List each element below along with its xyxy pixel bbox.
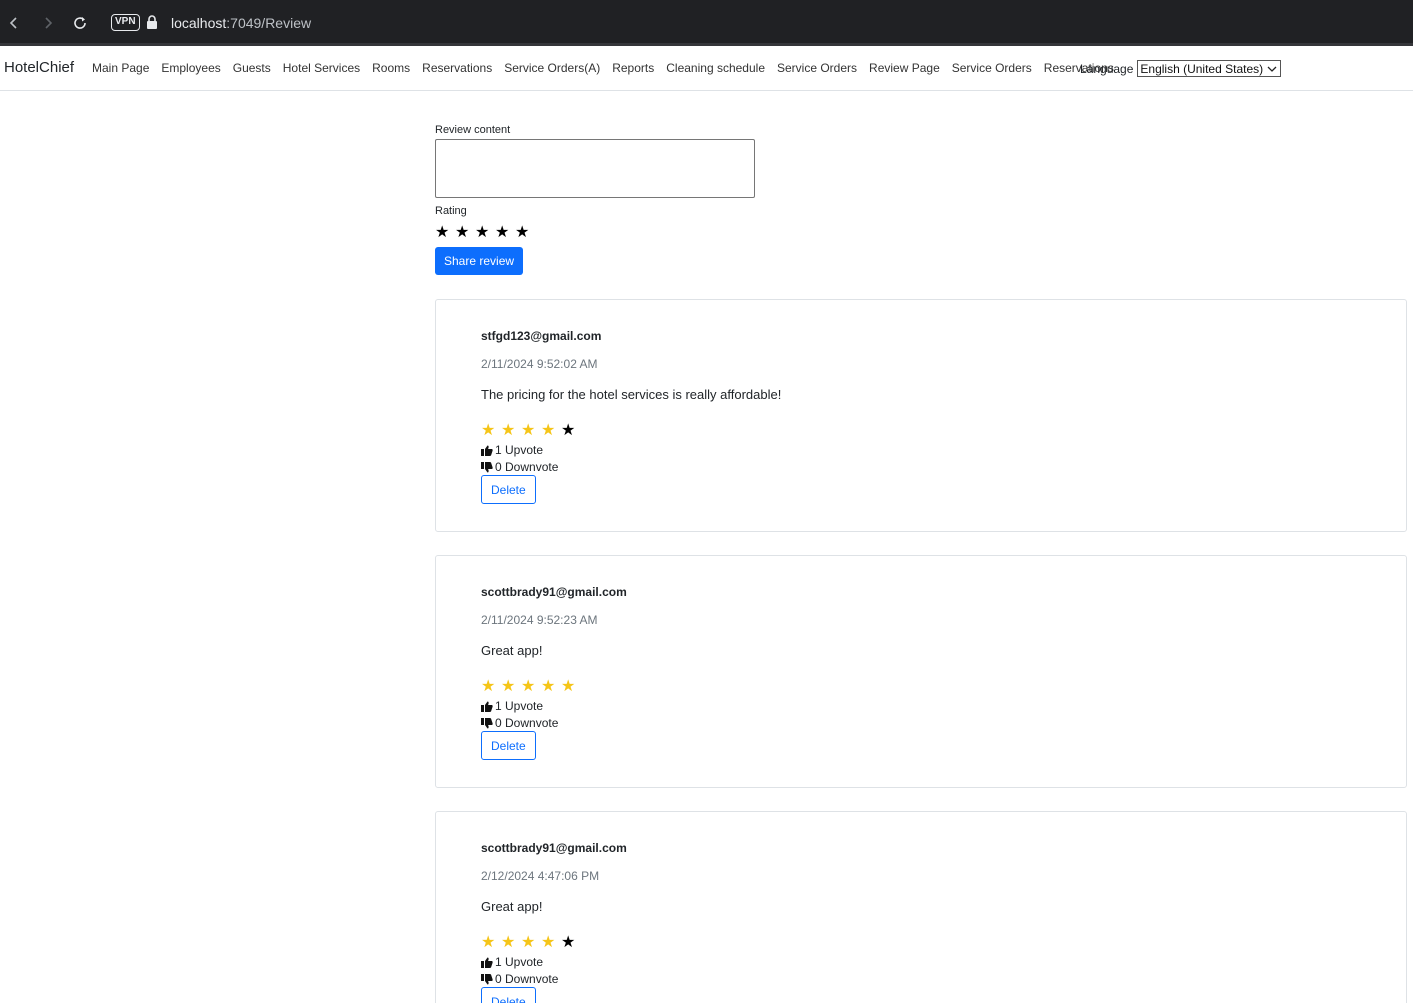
language-selected-value: English (United States) bbox=[1140, 61, 1264, 76]
downvote-button[interactable]: 0 Downvote bbox=[481, 716, 627, 730]
star-icon: ★ bbox=[541, 422, 556, 439]
browser-toolbar: VPN localhost:7049/Review bbox=[0, 0, 1413, 46]
forward-arrow-icon[interactable] bbox=[36, 11, 60, 35]
star-icon: ★ bbox=[481, 678, 496, 695]
nav-reports[interactable]: Reports bbox=[606, 61, 660, 75]
lock-icon[interactable] bbox=[146, 15, 158, 29]
thumbs-down-icon bbox=[481, 973, 493, 984]
star-icon: ★ bbox=[561, 934, 576, 951]
star-icon: ★ bbox=[501, 422, 516, 439]
upvote-count: 1 Upvote bbox=[495, 443, 544, 457]
star-icon: ★ bbox=[521, 934, 536, 951]
star-icon: ★ bbox=[541, 934, 556, 951]
delete-review-button[interactable]: Delete bbox=[481, 987, 536, 1003]
address-bar[interactable]: localhost:7049/Review bbox=[171, 15, 311, 31]
rating-label: Rating bbox=[435, 205, 467, 217]
review-author: scottbrady91@gmail.com bbox=[481, 585, 627, 599]
thumbs-up-icon bbox=[481, 445, 493, 456]
review-date: 2/11/2024 9:52:23 AM bbox=[481, 613, 598, 627]
star-icon: ★ bbox=[501, 678, 516, 695]
nav-service-orders-2[interactable]: Service Orders bbox=[946, 61, 1038, 75]
nav-links: Main Page Employees Guests Hotel Service… bbox=[86, 61, 1120, 75]
downvote-count: 0 Downvote bbox=[495, 972, 559, 986]
review-card-body: stfgd123@gmail.com 2/11/2024 9:52:02 AM … bbox=[481, 329, 781, 504]
review-card-body: scottbrady91@gmail.com 2/12/2024 4:47:06… bbox=[481, 841, 627, 1003]
language-picker: Language English (United States) bbox=[1080, 60, 1282, 77]
star-icon: ★ bbox=[521, 422, 536, 439]
review-date: 2/11/2024 9:52:02 AM bbox=[481, 357, 598, 371]
nav-guests[interactable]: Guests bbox=[227, 61, 277, 75]
language-select[interactable]: English (United States) bbox=[1137, 60, 1282, 77]
url-host: localhost bbox=[171, 15, 227, 31]
review-form: Review content Rating ★ ★ ★ ★ ★ Share re… bbox=[435, 124, 755, 275]
upvote-button[interactable]: 1 Upvote bbox=[481, 443, 781, 457]
reload-icon[interactable] bbox=[68, 11, 92, 35]
rating-star-2-icon[interactable]: ★ bbox=[455, 222, 475, 242]
brand-link[interactable]: HotelChief bbox=[4, 59, 74, 76]
review-content-label: Review content bbox=[435, 124, 511, 136]
review-author: scottbrady91@gmail.com bbox=[481, 841, 627, 855]
share-review-button[interactable]: Share review bbox=[435, 247, 524, 275]
thumbs-down-icon bbox=[481, 717, 493, 728]
app-navbar: HotelChief Main Page Employees Guests Ho… bbox=[0, 46, 1413, 91]
upvote-button[interactable]: 1 Upvote bbox=[481, 955, 627, 969]
downvote-button[interactable]: 0 Downvote bbox=[481, 972, 627, 986]
review-author: stfgd123@gmail.com bbox=[481, 329, 602, 343]
back-arrow-icon[interactable] bbox=[2, 11, 26, 35]
review-text: The pricing for the hotel services is re… bbox=[481, 387, 782, 402]
review-text: Great app! bbox=[481, 643, 543, 658]
url-path: :7049/Review bbox=[226, 15, 312, 31]
nav-hotel-services[interactable]: Hotel Services bbox=[277, 61, 366, 75]
nav-service-orders[interactable]: Service Orders bbox=[771, 61, 863, 75]
upvote-button[interactable]: 1 Upvote bbox=[481, 699, 627, 713]
upvote-count: 1 Upvote bbox=[495, 955, 544, 969]
downvote-button[interactable]: 0 Downvote bbox=[481, 460, 781, 474]
rating-star-1-icon[interactable]: ★ bbox=[435, 222, 455, 242]
star-icon: ★ bbox=[561, 422, 576, 439]
rating-star-5-icon[interactable]: ★ bbox=[515, 222, 535, 242]
review-rating: ★ ★ ★ ★ ★ bbox=[481, 420, 781, 440]
upvote-count: 1 Upvote bbox=[495, 699, 544, 713]
star-icon: ★ bbox=[481, 422, 496, 439]
star-icon: ★ bbox=[521, 678, 536, 695]
review-rating: ★ ★ ★ ★ ★ bbox=[481, 676, 627, 696]
nav-cleaning-schedule[interactable]: Cleaning schedule bbox=[660, 61, 771, 75]
review-card-body: scottbrady91@gmail.com 2/11/2024 9:52:23… bbox=[481, 585, 627, 760]
review-date: 2/12/2024 4:47:06 PM bbox=[481, 869, 600, 883]
delete-review-button[interactable]: Delete bbox=[481, 475, 536, 504]
vpn-badge[interactable]: VPN bbox=[111, 14, 140, 31]
thumbs-down-icon bbox=[481, 461, 493, 472]
thumbs-up-icon bbox=[481, 701, 493, 712]
star-icon: ★ bbox=[561, 678, 576, 695]
rating-star-3-icon[interactable]: ★ bbox=[475, 222, 495, 242]
downvote-count: 0 Downvote bbox=[495, 460, 559, 474]
nav-rooms[interactable]: Rooms bbox=[366, 61, 416, 75]
nav-employees[interactable]: Employees bbox=[155, 61, 226, 75]
nav-service-orders-admin[interactable]: Service Orders(A) bbox=[498, 61, 606, 75]
nav-reservations[interactable]: Reservations bbox=[416, 61, 498, 75]
nav-review-page[interactable]: Review Page bbox=[863, 61, 946, 75]
language-label: Language bbox=[1080, 61, 1134, 76]
review-card: stfgd123@gmail.com 2/11/2024 9:52:02 AM … bbox=[435, 299, 1407, 532]
review-text: Great app! bbox=[481, 899, 543, 914]
review-card: scottbrady91@gmail.com 2/11/2024 9:52:23… bbox=[435, 555, 1407, 788]
rating-star-4-icon[interactable]: ★ bbox=[495, 222, 515, 242]
downvote-count: 0 Downvote bbox=[495, 716, 559, 730]
thumbs-up-icon bbox=[481, 957, 493, 968]
rating-input: ★ ★ ★ ★ ★ bbox=[435, 222, 755, 242]
star-icon: ★ bbox=[501, 934, 516, 951]
chevron-down-icon bbox=[1267, 66, 1277, 72]
review-card: scottbrady91@gmail.com 2/12/2024 4:47:06… bbox=[435, 811, 1407, 1003]
star-icon: ★ bbox=[541, 678, 556, 695]
star-icon: ★ bbox=[481, 934, 496, 951]
delete-review-button[interactable]: Delete bbox=[481, 731, 536, 760]
nav-main-page[interactable]: Main Page bbox=[86, 61, 155, 75]
review-rating: ★ ★ ★ ★ ★ bbox=[481, 932, 627, 952]
review-content-input[interactable] bbox=[435, 139, 755, 198]
